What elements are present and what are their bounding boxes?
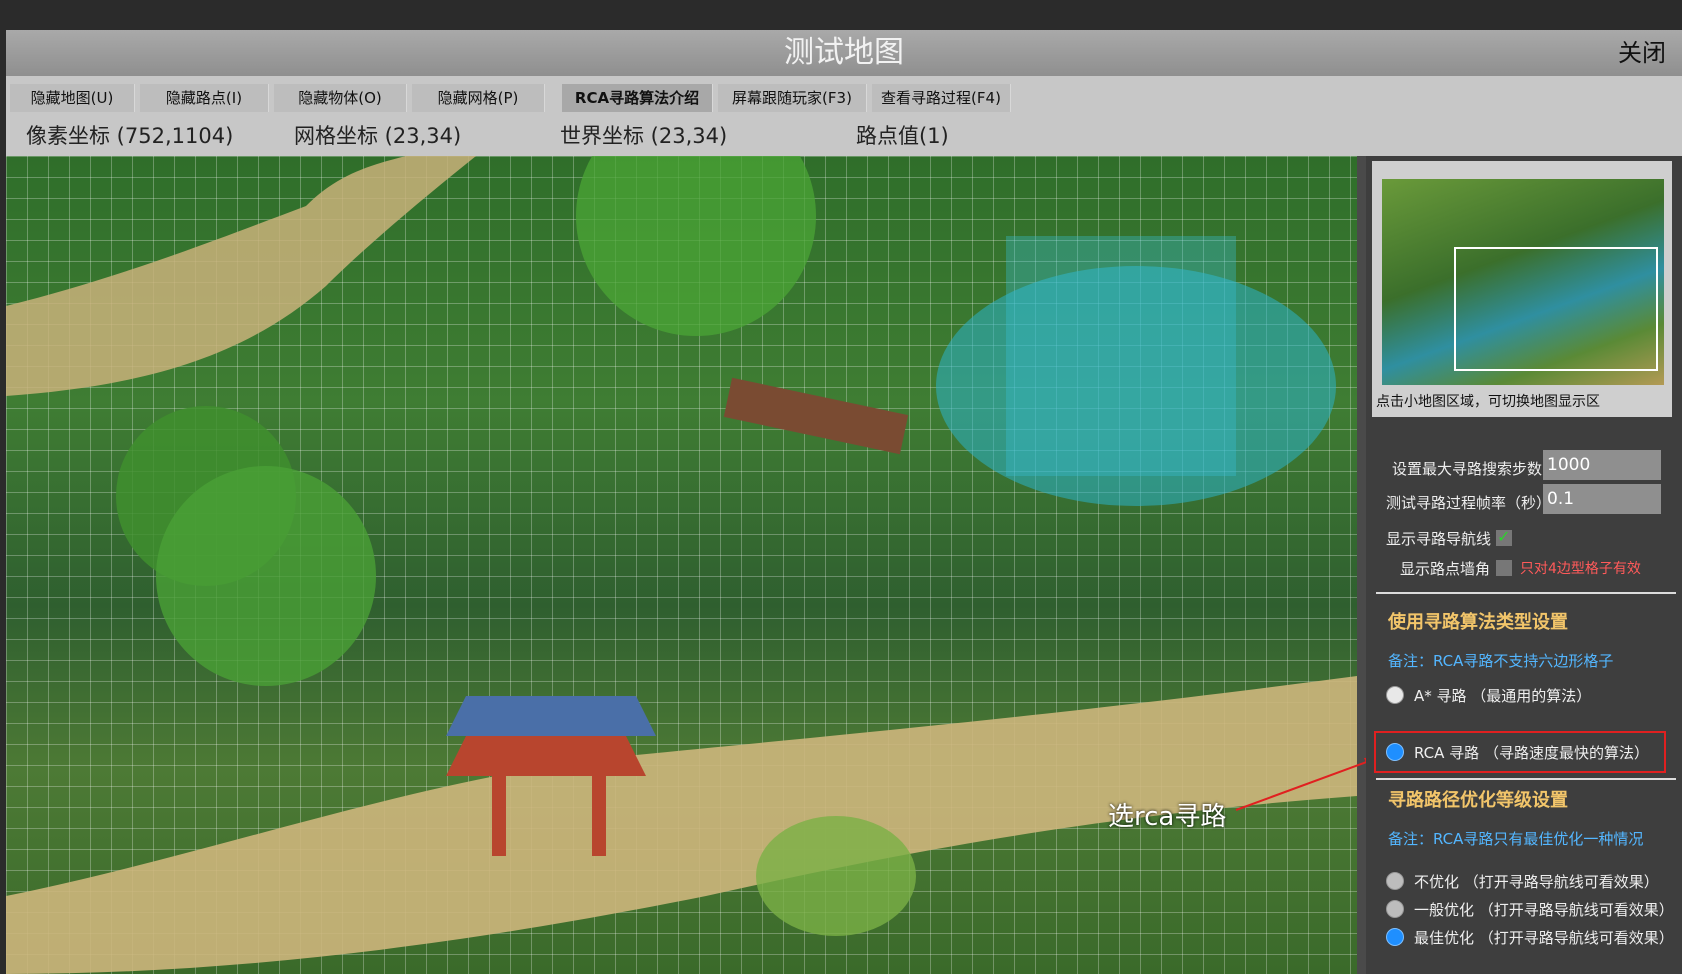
radio-rca-label: RCA 寻路 （寻路速度最快的算法） <box>1414 744 1649 762</box>
radio-normal-optimize-indicator[interactable] <box>1386 900 1404 918</box>
algorithm-section-title: 使用寻路算法类型设置 <box>1388 612 1568 633</box>
radio-astar-indicator[interactable] <box>1386 686 1404 704</box>
radio-no-optimize-label: 不优化 （打开寻路导航线可看效果） <box>1414 873 1659 891</box>
radio-best-optimize-indicator[interactable] <box>1386 928 1404 946</box>
max-steps-input[interactable] <box>1543 450 1661 480</box>
minimap[interactable] <box>1382 179 1664 385</box>
corner-note: 只对4边型格子有效 <box>1520 561 1641 577</box>
algorithm-note: 备注：RCA寻路不支持六边形格子 <box>1388 652 1614 670</box>
show-nav-line-checkbox[interactable]: ✓ <box>1496 527 1512 546</box>
radio-best-optimize-label: 最佳优化 （打开寻路导航线可看效果） <box>1414 929 1674 947</box>
show-corner-label: 显示路点墙角 <box>1400 560 1491 578</box>
minimap-viewport[interactable] <box>1454 247 1658 371</box>
show-nav-line-label: 显示寻路导航线 <box>1386 530 1492 548</box>
divider-1 <box>1376 592 1676 594</box>
radio-normal-optimize-label: 一般优化 （打开寻路导航线可看效果） <box>1414 901 1674 919</box>
minimap-container: 点击小地图区域，可切换地图显示区 <box>1372 161 1672 417</box>
frame-rate-label: 测试寻路过程帧率（秒） <box>1386 494 1552 512</box>
map-test-window: 测试地图 关闭 隐藏地图(U) 隐藏路点(I) 隐藏物体(O) 隐藏网格(P) … <box>6 30 1682 974</box>
optimize-section-title: 寻路路径优化等级设置 <box>1388 790 1568 811</box>
radio-rca-indicator[interactable] <box>1386 743 1404 761</box>
optimize-note: 备注：RCA寻路只有最佳优化一种情况 <box>1388 830 1644 848</box>
divider-2 <box>1376 778 1676 780</box>
check-mark-icon: ✓ <box>1497 527 1511 546</box>
show-corner-checkbox[interactable] <box>1496 560 1512 576</box>
radio-astar-label: A* 寻路 （最通用的算法） <box>1414 687 1592 705</box>
frame-rate-input[interactable] <box>1543 484 1661 514</box>
radio-no-optimize-indicator[interactable] <box>1386 872 1404 890</box>
annotation-arrow-line <box>1235 759 1373 811</box>
minimap-hint: 点击小地图区域，可切换地图显示区 <box>1376 394 1600 410</box>
max-steps-label: 设置最大寻路搜索步数 <box>1392 460 1543 478</box>
settings-panel: 点击小地图区域，可切换地图显示区 设置最大寻路搜索步数 测试寻路过程帧率（秒） … <box>1366 156 1682 974</box>
